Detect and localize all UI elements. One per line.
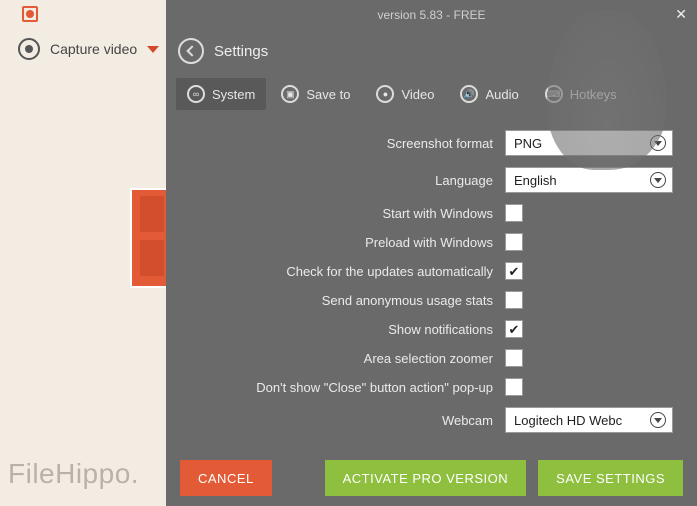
screenshot-format-select[interactable]: PNG [505,130,673,156]
radio-icon [18,38,40,60]
select-value: PNG [514,136,542,151]
show-notifications-checkbox[interactable] [505,320,523,338]
watermark: FileHippo. [8,458,139,490]
language-label: Language [435,173,493,188]
back-button[interactable] [178,38,204,64]
record-icon: ● [376,85,394,103]
speaker-icon: 🔊 [460,85,478,103]
show-notifications-label: Show notifications [388,322,493,337]
version-text: version 5.83 - FREE [377,8,485,22]
select-value: Logitech HD Webc [514,413,622,428]
tab-system[interactable]: ∞ System [176,78,266,110]
dont-show-close-label: Don't show "Close" button action" pop-up [256,380,493,395]
tab-label: Hotkeys [570,87,617,102]
back-arrow-icon [186,45,197,56]
row-screenshot-format: Screenshot format PNG [176,130,673,156]
settings-header: Settings [166,30,697,72]
check-updates-label: Check for the updates automatically [286,264,493,279]
cancel-button[interactable]: CANCEL [180,460,272,496]
tab-save-to[interactable]: ▣ Save to [270,78,361,110]
chevron-down-icon [650,135,666,151]
row-show-notifications: Show notifications [176,320,673,338]
footer: CANCEL ACTIVATE PRO VERSION SAVE SETTING… [166,450,697,506]
preload-windows-label: Preload with Windows [365,235,493,250]
chevron-down-icon [147,46,159,53]
chevron-down-icon [650,172,666,188]
webcam-select[interactable]: Logitech HD Webc [505,407,673,433]
usage-stats-label: Send anonymous usage stats [322,293,493,308]
save-settings-button[interactable]: SAVE SETTINGS [538,460,683,496]
area-zoomer-label: Area selection zoomer [364,351,493,366]
close-icon[interactable]: ✕ [675,6,687,23]
chevron-down-icon [650,412,666,428]
capture-mode-selector[interactable]: Capture video [18,38,159,60]
area-zoomer-checkbox[interactable] [505,349,523,367]
sidebar: Capture video FileHippo. [0,0,166,506]
link-icon: ∞ [187,85,205,103]
tab-label: Save to [306,87,350,102]
select-value: English [514,173,557,188]
app-icon [22,6,38,22]
record-widget [130,188,170,288]
activate-pro-button[interactable]: ACTIVATE PRO VERSION [325,460,527,496]
capture-label: Capture video [50,41,137,57]
tab-hotkeys[interactable]: ⌨ Hotkeys [534,78,628,110]
tab-label: Audio [485,87,518,102]
row-preload-with-windows: Preload with Windows [176,233,673,251]
row-language: Language English [176,167,673,193]
dont-show-close-checkbox[interactable] [505,378,523,396]
row-area-zoomer: Area selection zoomer [176,349,673,367]
start-windows-checkbox[interactable] [505,204,523,222]
row-dont-show-close: Don't show "Close" button action" pop-up [176,378,673,396]
keyboard-icon: ⌨ [545,85,563,103]
row-webcam: Webcam Logitech HD Webc [176,407,673,433]
language-select[interactable]: English [505,167,673,193]
usage-stats-checkbox[interactable] [505,291,523,309]
settings-form: Screenshot format PNG Language English S… [166,116,697,448]
check-updates-checkbox[interactable] [505,262,523,280]
start-windows-label: Start with Windows [382,206,493,221]
tab-label: System [212,87,255,102]
row-usage-stats: Send anonymous usage stats [176,291,673,309]
tab-audio[interactable]: 🔊 Audio [449,78,529,110]
webcam-label: Webcam [442,413,493,428]
folder-icon: ▣ [281,85,299,103]
page-title: Settings [214,43,268,60]
row-start-with-windows: Start with Windows [176,204,673,222]
settings-panel: version 5.83 - FREE ✕ Settings ∞ System … [166,0,697,506]
row-check-updates: Check for the updates automatically [176,262,673,280]
tab-video[interactable]: ● Video [365,78,445,110]
titlebar: version 5.83 - FREE ✕ [166,0,697,30]
tab-label: Video [401,87,434,102]
preload-windows-checkbox[interactable] [505,233,523,251]
screenshot-format-label: Screenshot format [387,136,493,151]
settings-tabs: ∞ System ▣ Save to ● Video 🔊 Audio ⌨ Hot… [166,72,697,116]
